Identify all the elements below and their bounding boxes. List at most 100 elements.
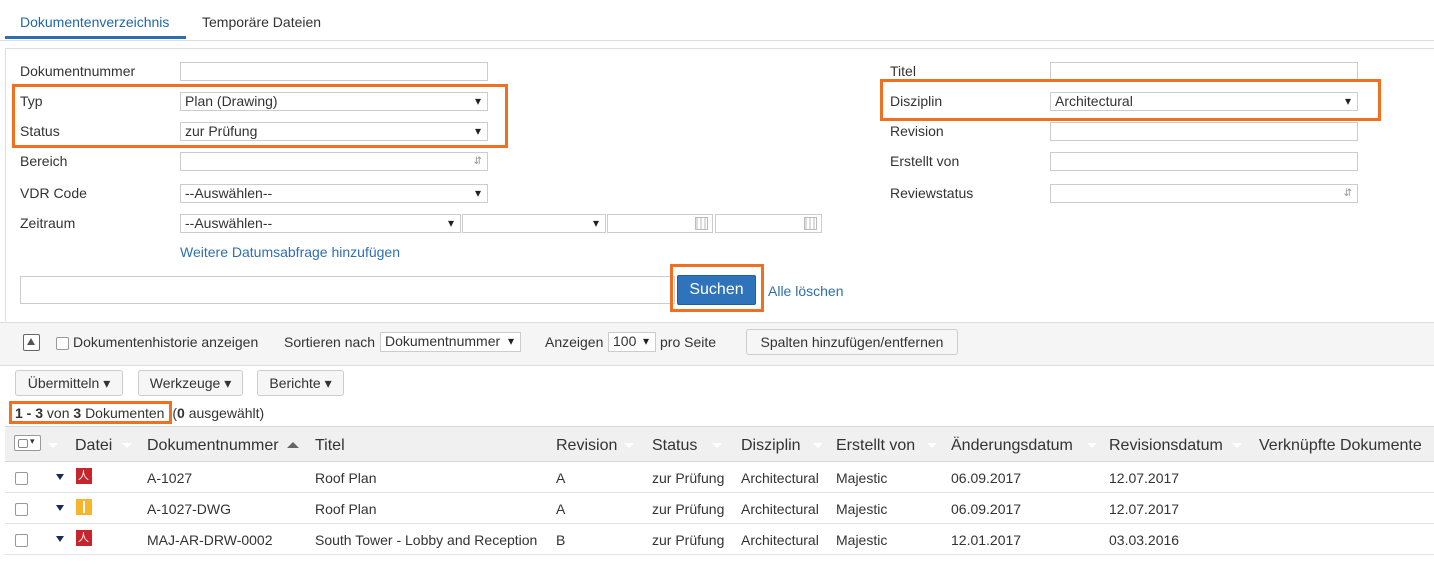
vdr-code-select[interactable]: --Auswählen--	[180, 184, 488, 203]
revision-label: Revision	[890, 123, 944, 139]
cell-revision: B	[556, 532, 566, 548]
column-menu-icon[interactable]	[122, 443, 132, 448]
sort-select-value: Dokumentnummer	[385, 333, 501, 349]
row-checkbox[interactable]	[15, 503, 28, 516]
selected-label: ausgewählt)	[188, 405, 265, 421]
pdf-icon[interactable]	[76, 468, 92, 484]
column-header-datei[interactable]: Datei	[75, 437, 112, 455]
column-header-erstellt-von[interactable]: Erstellt von	[836, 437, 915, 455]
date-from-input[interactable]	[607, 214, 713, 233]
dokumentnummer-input[interactable]	[180, 62, 488, 81]
vdr-code-select-value: --Auswählen--	[185, 185, 273, 201]
reviewstatus-select[interactable]	[1050, 184, 1358, 203]
highlight-box-typ-status	[12, 84, 508, 148]
select-all-dropdown[interactable]: ▾	[14, 435, 41, 451]
cell-title-link[interactable]: South Tower - Lobby and Reception	[315, 532, 537, 548]
zeitraum-select-value: --Auswählen--	[185, 215, 273, 231]
clear-all-link[interactable]: Alle löschen	[768, 283, 844, 299]
cell-discipline: Architectural	[741, 501, 819, 517]
row-checkbox[interactable]	[15, 534, 28, 547]
transmit-button[interactable]: Übermitteln ▾	[15, 370, 123, 396]
erstellt-von-label: Erstellt von	[890, 153, 960, 169]
column-header-revision[interactable]: Revision	[556, 437, 617, 455]
reports-button-label: Berichte	[269, 375, 321, 391]
column-menu-icon[interactable]	[1232, 443, 1242, 448]
tab-temporaere-dateien[interactable]: Temporäre Dateien	[202, 14, 321, 30]
sort-label: Sortieren nach	[284, 334, 376, 350]
caret-down-icon: ▾	[324, 375, 332, 391]
column-header-disziplin[interactable]: Disziplin	[741, 437, 801, 455]
sort-select[interactable]: Dokumentnummer	[380, 332, 521, 352]
cell-modified: 06.09.2017	[951, 501, 1022, 517]
table-row[interactable]: A-1027-DWG Roof Plan A zur Prüfung Archi…	[5, 493, 1434, 524]
columns-button[interactable]: Spalten hinzufügen/entfernen	[746, 329, 958, 355]
zeitraum-select-2[interactable]	[462, 214, 606, 233]
pdf-icon[interactable]	[76, 530, 92, 546]
reports-button[interactable]: Berichte ▾	[257, 370, 344, 396]
column-menu-icon[interactable]	[1087, 443, 1097, 448]
column-header-status[interactable]: Status	[652, 437, 697, 455]
cell-created-by: Majestic	[836, 470, 888, 486]
dokumentnummer-label: Dokumentnummer	[20, 63, 136, 79]
bereich-label: Bereich	[20, 153, 68, 169]
column-menu-icon[interactable]	[712, 443, 722, 448]
highlight-box-search-button	[670, 264, 764, 312]
calendar-icon[interactable]	[695, 217, 708, 230]
erstellt-von-input[interactable]	[1050, 152, 1358, 171]
row-expand-icon[interactable]	[56, 505, 64, 511]
show-label: Anzeigen	[545, 334, 604, 350]
column-header-revisionsdatum[interactable]: Revisionsdatum	[1109, 437, 1223, 455]
column-header-verknuepfte-dokumente[interactable]: Verknüpfte Dokumente	[1259, 437, 1422, 455]
column-header-dokumentnummer[interactable]: Dokumentnummer	[147, 437, 279, 455]
column-header-titel[interactable]: Titel	[315, 437, 345, 455]
cell-title-link[interactable]: Roof Plan	[315, 501, 376, 517]
tools-button-label: Werkzeuge	[149, 375, 221, 391]
vdr-code-label: VDR Code	[20, 185, 87, 201]
row-expand-icon[interactable]	[56, 536, 64, 542]
tools-button[interactable]: Werkzeuge ▾	[138, 370, 243, 396]
revision-input[interactable]	[1050, 122, 1358, 141]
cell-number: MAJ-AR-DRW-0002	[147, 532, 273, 548]
history-checkbox[interactable]	[56, 337, 69, 350]
dwg-icon[interactable]	[76, 499, 92, 515]
column-menu-icon[interactable]	[48, 443, 58, 448]
table-row[interactable]: A-1027 Roof Plan A zur Prüfung Architect…	[5, 462, 1434, 493]
cell-modified: 12.01.2017	[951, 532, 1022, 548]
cell-revision-date: 12.07.2017	[1109, 470, 1180, 486]
cell-number: A-1027	[147, 470, 193, 486]
table-header: ▾ Datei Dokumentnummer Titel Revision St…	[5, 426, 1434, 462]
active-tab-indicator	[5, 36, 186, 39]
collapse-toggle[interactable]	[23, 334, 40, 351]
cell-revision-date: 12.07.2017	[1109, 501, 1180, 517]
date-to-input[interactable]	[715, 214, 822, 233]
table-row[interactable]: MAJ-AR-DRW-0002 South Tower - Lobby and …	[5, 524, 1434, 555]
add-date-query-link[interactable]: Weitere Datumsabfrage hinzufügen	[180, 244, 400, 260]
row-checkbox[interactable]	[15, 472, 28, 485]
column-menu-icon[interactable]	[927, 443, 937, 448]
sort-ascending-icon[interactable]	[287, 442, 299, 448]
zeitraum-select[interactable]: --Auswählen--	[180, 214, 461, 233]
cell-status: zur Prüfung	[652, 470, 725, 486]
cell-revision: A	[556, 501, 566, 517]
cell-number: A-1027-DWG	[147, 501, 232, 517]
calendar-icon[interactable]	[804, 217, 817, 230]
selected-count: 0	[177, 405, 185, 421]
cell-revision-date: 03.03.2016	[1109, 532, 1180, 548]
row-expand-icon[interactable]	[56, 474, 64, 480]
caret-down-icon: ▾	[224, 375, 232, 391]
cell-discipline: Architectural	[741, 532, 819, 548]
caret-down-icon: ▾	[103, 375, 111, 391]
column-header-aenderungsdatum[interactable]: Änderungsdatum	[951, 437, 1073, 455]
history-label: Dokumentenhistorie anzeigen	[73, 334, 259, 350]
cell-status: zur Prüfung	[652, 501, 725, 517]
page-size-select[interactable]: 100	[608, 332, 656, 352]
column-menu-icon[interactable]	[813, 443, 823, 448]
search-input[interactable]	[20, 276, 675, 304]
tab-dokumentenverzeichnis[interactable]: Dokumentenverzeichnis	[20, 14, 169, 30]
bereich-select[interactable]	[180, 152, 488, 171]
titel-label: Titel	[890, 63, 916, 79]
cell-title-link[interactable]: Roof Plan	[315, 470, 376, 486]
cell-created-by: Majestic	[836, 501, 888, 517]
column-menu-icon[interactable]	[624, 443, 634, 448]
highlight-box-result-count	[9, 401, 172, 424]
